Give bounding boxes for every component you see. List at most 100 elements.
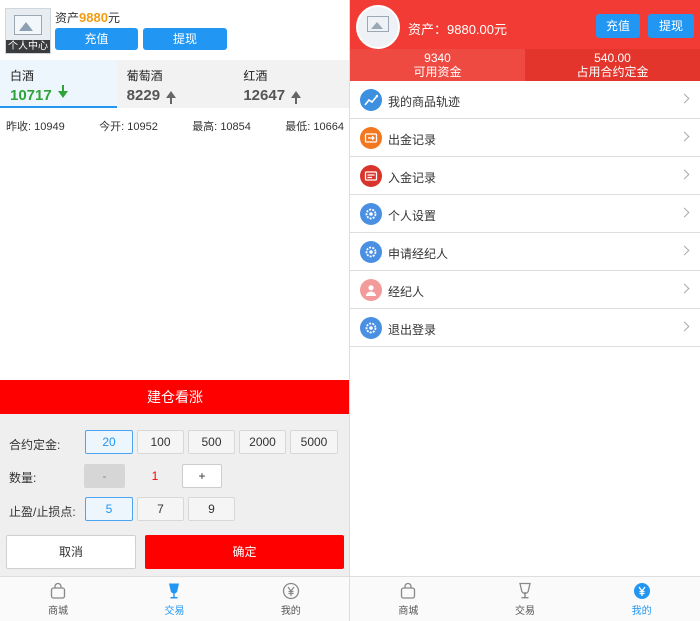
chevron-right-icon <box>679 321 690 332</box>
tabbar-trade[interactable]: 交易 <box>116 577 232 621</box>
tabbar-label: 商城 <box>398 606 419 617</box>
quantity-label: 数量: <box>9 471 37 485</box>
confirm-button[interactable]: 确定 <box>145 535 344 569</box>
tabbar-label: 我的 <box>280 606 301 617</box>
trade-screen: 个人中心 资产9880元 充值 提现 白酒 10717 葡萄酒 8229 红酒 … <box>0 0 350 621</box>
tabbar-label: 交易 <box>515 606 535 617</box>
tabbar-label: 我的 <box>631 606 652 617</box>
avatar[interactable]: 个人中心 <box>5 8 51 54</box>
stop-option-7[interactable]: 7 <box>137 497 184 521</box>
broker-icon <box>360 279 382 301</box>
menu-item-withdraw-record[interactable]: 出金记录 <box>350 119 700 157</box>
deposit-option-500[interactable]: 500 <box>188 430 235 454</box>
chevron-right-icon <box>679 283 690 294</box>
deposit-option-20[interactable]: 20 <box>85 430 133 454</box>
personal-center-caption: 个人中心 <box>6 40 50 53</box>
shopping-bag-icon <box>51 582 66 599</box>
deposit-option-5000[interactable]: 5000 <box>290 430 338 454</box>
stat-low: 最低: 10664 <box>285 118 344 134</box>
arrow-up-icon <box>166 90 177 104</box>
stat-high: 最高: 10854 <box>192 118 251 134</box>
quantity-value: 1 <box>151 469 159 483</box>
menu-label: 经纪人 <box>388 285 425 299</box>
menu-item-apply-broker[interactable]: 申请经纪人 <box>350 233 700 271</box>
assets-summary: 资产：9880.00元 <box>408 22 507 37</box>
menu-item-broker[interactable]: 经纪人 <box>350 271 700 309</box>
stat-label: 昨收: <box>6 121 32 133</box>
assets-summary: 资产9880元 <box>55 9 120 26</box>
price-stats: 昨收: 10949 今开: 10952 最高: 10854 最低: 10664 <box>6 118 349 134</box>
menu-item-logout[interactable]: 退出登录 <box>350 309 700 347</box>
arrow-up-icon <box>291 90 302 104</box>
shopping-bag-icon <box>401 582 416 599</box>
stat-label: 今开: <box>99 121 125 133</box>
menu-label: 个人设置 <box>388 209 437 223</box>
menu-label: 申请经纪人 <box>388 247 449 261</box>
stop-option-9[interactable]: 9 <box>188 497 235 521</box>
product-name: 白酒 <box>10 69 35 83</box>
order-form: 合约定金: 20 100 500 2000 5000 数量: - 1 + 止盈/… <box>0 414 349 576</box>
stat-prev-close: 昨收: 10949 <box>6 118 65 134</box>
account-header: 个人中心 资产9880元 充值 提现 <box>0 0 349 60</box>
profile-menu: 我的商品轨迹 出金记录 入金记录 个人设置 申请经纪人 经纪人 退出登录 <box>350 81 700 347</box>
chevron-right-icon <box>679 131 690 142</box>
tabbar-mine[interactable]: 我的 <box>583 577 700 621</box>
assets-value: 9880 <box>79 10 108 25</box>
deposit-option-2000[interactable]: 2000 <box>239 430 286 454</box>
tabbar-mall[interactable]: 商城 <box>350 577 467 621</box>
tab-red-wine[interactable]: 红酒 12647 <box>233 60 349 108</box>
occupied-deposit: 540.00 占用合约定金 <box>525 49 700 81</box>
fund-label: 占用合约定金 <box>576 65 649 79</box>
menu-label: 出金记录 <box>388 133 437 147</box>
cancel-button[interactable]: 取消 <box>6 535 136 569</box>
stat-value: 10949 <box>34 121 65 133</box>
yen-coin-icon <box>633 583 650 599</box>
funds-bar: 9340 可用资金 540.00 占用合约定金 <box>350 49 700 81</box>
stat-value: 10854 <box>220 121 251 133</box>
bottom-tabbar: 商城 交易 我的 <box>0 576 349 621</box>
recharge-button[interactable]: 充值 <box>55 28 138 50</box>
settings-icon <box>360 203 382 225</box>
product-name: 红酒 <box>243 69 268 83</box>
available-funds: 9340 可用资金 <box>350 49 525 81</box>
tabbar-trade[interactable]: 交易 <box>467 577 584 621</box>
stop-point-label: 止盈/止损点: <box>9 505 76 519</box>
build-long-button[interactable]: 建仓看涨 <box>0 380 349 414</box>
recharge-button[interactable]: 充值 <box>596 14 640 38</box>
withdraw-button[interactable]: 提现 <box>143 28 227 50</box>
wine-glass-icon <box>519 582 531 599</box>
image-placeholder-icon <box>367 16 389 32</box>
yen-coin-icon <box>282 582 299 600</box>
tab-wine[interactable]: 葡萄酒 8229 <box>117 60 234 108</box>
menu-item-product-track[interactable]: 我的商品轨迹 <box>350 81 700 119</box>
deposit-label: 合约定金: <box>9 438 61 452</box>
menu-item-personal-settings[interactable]: 个人设置 <box>350 195 700 233</box>
product-price: 12647 <box>243 87 286 104</box>
quantity-plus-button[interactable]: + <box>182 464 222 488</box>
stat-label: 最低: <box>285 121 311 133</box>
tabbar-mall[interactable]: 商城 <box>0 577 116 621</box>
quantity-minus-button[interactable]: - <box>84 464 125 488</box>
assets-label: 资产 <box>55 11 80 25</box>
deposit-option-100[interactable]: 100 <box>137 430 184 454</box>
product-price: 8229 <box>126 87 161 104</box>
tab-baijiu[interactable]: 白酒 10717 <box>0 60 117 108</box>
apply-broker-icon <box>360 241 382 263</box>
menu-item-deposit-record[interactable]: 入金记录 <box>350 157 700 195</box>
chevron-right-icon <box>679 93 690 104</box>
stop-option-5[interactable]: 5 <box>85 497 133 521</box>
menu-label: 退出登录 <box>388 323 437 337</box>
arrow-down-icon <box>57 84 68 98</box>
avatar[interactable] <box>356 5 400 49</box>
product-tabs: 白酒 10717 葡萄酒 8229 红酒 12647 <box>0 60 349 108</box>
tabbar-mine[interactable]: 我的 <box>233 577 349 621</box>
stat-value: 10952 <box>127 121 158 133</box>
fund-value: 540.00 <box>594 51 631 65</box>
deposit-record-icon <box>360 165 382 187</box>
wine-glass-icon <box>169 583 180 599</box>
withdraw-button[interactable]: 提现 <box>648 14 694 38</box>
fund-label: 可用资金 <box>413 65 462 79</box>
product-price: 10717 <box>10 87 52 104</box>
assets-unit: 元 <box>107 11 120 25</box>
profile-screen: 资产：9880.00元 充值 提现 9340 可用资金 540.00 占用合约定… <box>350 0 700 621</box>
